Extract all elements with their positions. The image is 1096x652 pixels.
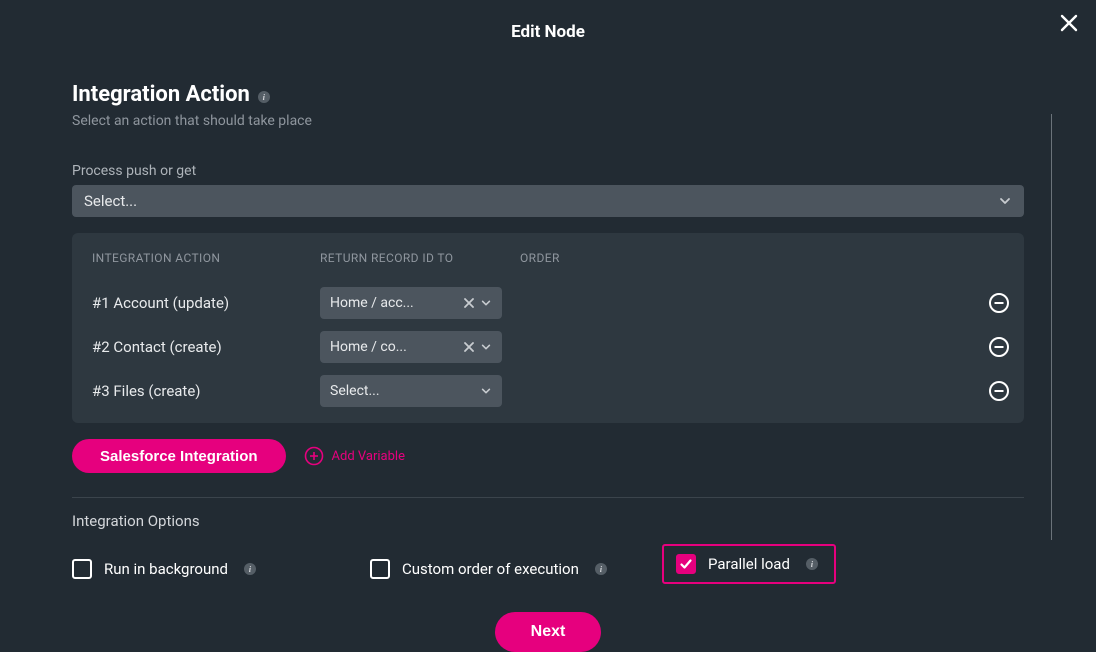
col-header-action: INTEGRATION ACTION [92,251,320,265]
check-icon [679,557,693,571]
info-icon[interactable]: i [244,563,256,575]
plus-circle-icon [304,446,324,466]
remove-icon [988,380,1010,402]
option-run-in-background[interactable]: Run in background i [72,554,370,584]
info-icon[interactable]: i [595,563,607,575]
integration-options-header[interactable]: Integration Options [72,512,1024,530]
add-variable-label: Add Variable [332,449,405,464]
row-label: #2 Contact (create) [92,338,320,356]
integration-actions-table: INTEGRATION ACTION RETURN RECORD ID TO O… [72,233,1024,423]
clear-icon[interactable] [464,342,474,352]
return-id-select[interactable]: Home / co... [320,331,502,363]
option-custom-order[interactable]: Custom order of execution i [370,554,662,584]
row-label: #3 Files (create) [92,382,320,400]
clear-icon[interactable] [464,298,474,308]
chevron-down-icon [480,341,492,353]
remove-icon [988,336,1010,358]
return-id-select[interactable]: Select... [320,375,502,407]
info-icon[interactable]: i [258,91,270,103]
remove-row-button[interactable] [988,336,1010,358]
return-id-value: Select... [330,383,480,399]
table-header-row: INTEGRATION ACTION RETURN RECORD ID TO O… [86,251,1010,265]
option-label: Run in background [104,560,228,578]
col-header-return: RETURN RECORD ID TO [320,251,520,265]
chevron-down-icon [998,194,1012,208]
remove-row-button[interactable] [988,292,1010,314]
section-title: Integration Action [72,82,250,107]
integration-options-title: Integration Options [72,512,200,530]
info-icon[interactable]: i [806,558,818,570]
return-id-value: Home / co... [330,339,458,355]
remove-row-button[interactable] [988,380,1010,402]
table-row: #3 Files (create) Select... [86,369,1010,413]
edit-node-modal: Edit Node Integration Action i Select an… [0,0,1096,652]
return-id-value: Home / acc... [330,295,458,311]
table-row: #2 Contact (create) Home / co... [86,325,1010,369]
option-parallel-load[interactable]: Parallel load i [662,544,836,584]
remove-icon [988,292,1010,314]
close-icon [1060,14,1078,32]
salesforce-integration-button[interactable]: Salesforce Integration [72,439,286,473]
close-button[interactable] [1060,14,1078,32]
modal-title: Edit Node [0,22,1096,42]
divider [72,497,1024,498]
chevron-down-icon [480,297,492,309]
process-select-value: Select... [84,192,137,210]
next-button[interactable]: Next [495,612,602,652]
col-header-order: ORDER [520,251,1010,265]
row-label: #1 Account (update) [92,294,320,312]
scrollbar-track[interactable] [1051,114,1052,540]
options-row: Run in background i Custom order of exec… [72,554,1024,584]
return-id-select[interactable]: Home / acc... [320,287,502,319]
checkbox[interactable] [370,559,390,579]
process-select[interactable]: Select... [72,185,1024,217]
section-heading-row: Integration Action i [72,82,1024,107]
option-label: Parallel load [708,555,790,573]
process-field-label: Process push or get [72,163,1024,179]
checkbox[interactable] [72,559,92,579]
section-subtitle: Select an action that should take place [72,113,1024,129]
table-row: #1 Account (update) Home / acc... [86,281,1010,325]
chevron-down-icon [480,385,492,397]
add-variable-link[interactable]: Add Variable [304,446,405,466]
checkbox-checked[interactable] [676,554,696,574]
option-label: Custom order of execution [402,560,579,578]
